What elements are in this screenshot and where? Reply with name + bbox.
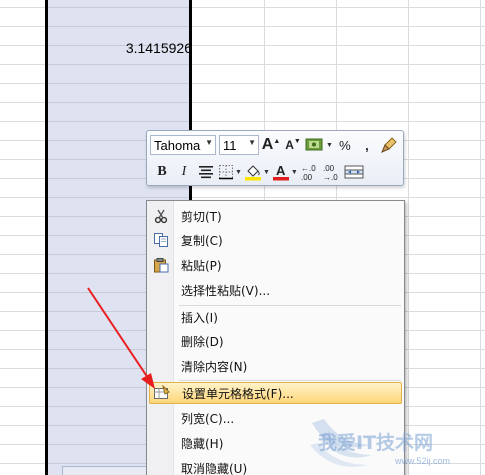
decrease-decimal-icon: .00 →.0	[323, 164, 338, 181]
borders-icon	[219, 165, 233, 180]
scissors-icon	[149, 206, 173, 226]
format-painter-button[interactable]	[379, 135, 399, 155]
grow-font-icon: A▲	[261, 136, 281, 153]
font-name-value: Tahoma	[154, 137, 201, 153]
bold-label: B	[157, 164, 167, 179]
font-size-combo[interactable]: 11 ▼	[219, 135, 259, 155]
menu-item-clear-contents[interactable]: 清除内容(N)	[149, 355, 402, 377]
grow-font-button[interactable]: A▲	[261, 135, 281, 155]
svg-text:.00: .00	[301, 173, 313, 181]
menu-item-label: 清除内容(N)	[181, 359, 248, 374]
menu-item-paste[interactable]: 粘贴(P)	[149, 254, 402, 276]
shrink-font-button[interactable]: A▼	[283, 135, 303, 155]
watermark-url: www.52ij.com	[395, 456, 451, 466]
fill-color-icon	[244, 165, 261, 181]
menu-item-insert[interactable]: 插入(I)	[149, 306, 402, 328]
menu-item-column-width[interactable]: 列宽(C)...	[149, 407, 402, 429]
chevron-down-icon: ▼	[235, 168, 242, 176]
increase-decimal-icon: ←.0 .00	[301, 164, 316, 181]
chevron-down-icon: ▼	[205, 138, 213, 147]
menu-item-cut[interactable]: 剪切(T)	[149, 205, 402, 227]
menu-item-label: 插入(I)	[181, 310, 218, 325]
svg-text:A: A	[276, 163, 286, 178]
svg-text:.00: .00	[323, 164, 335, 173]
align-center-icon	[199, 166, 213, 179]
format-cells-icon	[150, 383, 174, 403]
font-color-button[interactable]: A ▼	[272, 162, 298, 182]
merge-center-icon	[344, 165, 364, 179]
bold-button[interactable]: B	[152, 162, 172, 182]
menu-item-label: 取消隐藏(U)	[181, 461, 248, 475]
mini-toolbar-row-2: B I ▼ ▼ A ▼ ←.0 .00 .00 →.0	[150, 161, 364, 183]
menu-item-label: 隐藏(H)	[181, 436, 224, 451]
shrink-font-icon: A▼	[285, 138, 301, 152]
italic-label: I	[181, 164, 187, 179]
menu-item-label: 复制(C)	[181, 233, 223, 248]
svg-text:→.0: →.0	[323, 173, 338, 181]
menu-item-label: 粘贴(P)	[181, 258, 222, 273]
comma-style-button[interactable]: ,	[357, 135, 377, 155]
format-painter-icon	[380, 137, 397, 153]
borders-button[interactable]: ▼	[218, 162, 242, 182]
font-name-combo[interactable]: Tahoma ▼	[150, 135, 216, 155]
center-align-button[interactable]	[196, 162, 216, 182]
menu-separator	[179, 380, 401, 381]
menu-item-label: 列宽(C)...	[181, 411, 235, 426]
font-size-value: 11	[223, 137, 237, 153]
chevron-down-icon: ▼	[248, 138, 256, 147]
menu-item-label: 剪切(T)	[181, 209, 222, 224]
percent-label: %	[339, 137, 351, 153]
fill-color-button[interactable]: ▼	[244, 162, 270, 182]
accounting-format-button[interactable]: ▼	[305, 135, 333, 155]
merge-center-button[interactable]	[344, 162, 364, 182]
comma-label: ,	[365, 137, 369, 153]
accounting-format-icon	[305, 138, 323, 151]
cell-value[interactable]: 3.1415926	[100, 40, 192, 56]
increase-decimal-button[interactable]: ←.0 .00	[300, 162, 320, 182]
menu-item-unhide[interactable]: 取消隐藏(U)	[149, 457, 402, 475]
copy-icon	[149, 230, 173, 250]
menu-item-delete[interactable]: 删除(D)	[149, 330, 402, 352]
menu-item-label: 选择性粘贴(V)...	[181, 283, 271, 298]
watermark-text: 我爱IT技术网	[318, 432, 434, 454]
chevron-down-icon: ▼	[326, 141, 333, 149]
sheet-tab[interactable]	[62, 466, 154, 475]
menu-item-label: 删除(D)	[181, 334, 224, 349]
decrease-decimal-button[interactable]: .00 →.0	[322, 162, 342, 182]
chevron-down-icon: ▼	[262, 168, 270, 176]
chevron-down-icon: ▼	[290, 168, 298, 176]
percent-style-button[interactable]: %	[335, 135, 355, 155]
mini-toolbar-row-1: Tahoma ▼ 11 ▼ A▲ A▼ ▼ % ,	[150, 134, 399, 156]
column-gridline	[408, 0, 409, 475]
font-color-icon: A	[272, 163, 289, 181]
menu-item-label: 设置单元格格式(F)...	[182, 386, 294, 401]
paste-icon	[149, 255, 173, 275]
menu-item-paste-special[interactable]: 选择性粘贴(V)...	[149, 279, 402, 301]
svg-text:←.0: ←.0	[301, 164, 316, 173]
column-gridline	[480, 0, 481, 475]
mini-toolbar: Tahoma ▼ 11 ▼ A▲ A▼ ▼ % , B I ▼ ▼ A ▼ ←.…	[146, 130, 404, 186]
menu-item-format-cells[interactable]: 设置单元格格式(F)...	[149, 382, 402, 404]
menu-item-copy[interactable]: 复制(C)	[149, 229, 402, 251]
italic-button[interactable]: I	[174, 162, 194, 182]
